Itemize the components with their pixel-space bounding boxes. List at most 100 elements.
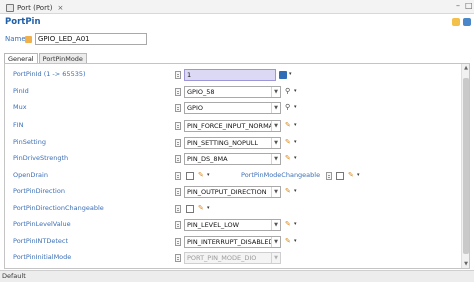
portpinid-field[interactable]: 1 — [184, 69, 276, 81]
name-field[interactable]: GPIO_LED_A01 — [35, 33, 147, 45]
pencil-icon[interactable]: ✎ — [198, 171, 204, 179]
dropdown-arrow-icon[interactable]: ▼ — [271, 220, 280, 230]
document-icon — [175, 221, 181, 229]
chevron-down-icon[interactable]: ▾ — [207, 172, 210, 178]
fin-label: FIN — [13, 121, 24, 129]
document-icon — [175, 71, 181, 79]
initialmode-select: PORT_PIN_MODE_DIO ▼ — [184, 252, 281, 264]
settings-icon[interactable] — [452, 18, 460, 26]
general-panel: PortPinId (1 -> 65535) 1 ▾ PinId GPIO_58… — [4, 63, 470, 269]
vertical-scrollbar[interactable]: ▲ ▼ — [461, 64, 469, 268]
direction-label: PortPinDirection — [13, 187, 65, 195]
document-icon — [175, 104, 181, 112]
name-label: Name — [5, 35, 26, 43]
tree-icon[interactable]: ⚲ — [285, 103, 290, 111]
levelvalue-value: PIN_LEVEL_LOW — [187, 221, 240, 229]
chevron-down-icon[interactable]: ▾ — [294, 155, 297, 161]
document-icon — [175, 205, 181, 213]
editor-tab[interactable]: Port (Port) × — [2, 1, 67, 14]
editor-header: PortPin — [0, 14, 474, 30]
pindrivestrength-select[interactable]: PIN_DS_8MA ▼ — [184, 153, 281, 165]
dropdown-arrow-icon[interactable]: ▼ — [271, 187, 280, 197]
document-icon — [175, 88, 181, 96]
direction-select[interactable]: PIN_OUTPUT_DIRECTION ▼ — [184, 186, 281, 198]
modechangeable-checkbox[interactable] — [336, 172, 344, 180]
pencil-icon[interactable]: ✎ — [285, 187, 291, 195]
chevron-down-icon[interactable]: ▾ — [294, 238, 297, 244]
dropdown-arrow-icon[interactable]: ▼ — [271, 138, 280, 148]
help-icon[interactable] — [463, 18, 471, 26]
row-pinsetting: PinSetting PIN_SETTING_NOPULL ▼ ✎ ▾ — [5, 137, 465, 149]
scroll-down-icon[interactable]: ▼ — [463, 261, 469, 267]
row-opendrain: OpenDrain ✎ ▾ PortPinModeChangeable ✎ ▾ — [5, 170, 465, 182]
pencil-icon[interactable]: ✎ — [285, 154, 291, 162]
row-mux: Mux GPIO ▼ ⚲ ▾ — [5, 102, 465, 114]
chevron-down-icon[interactable]: ▾ — [294, 122, 297, 128]
document-icon — [175, 238, 181, 246]
document-icon — [175, 254, 181, 262]
opendrain-checkbox[interactable] — [186, 172, 194, 180]
initialmode-value: PORT_PIN_MODE_DIO — [187, 254, 257, 262]
dropdown-arrow-icon[interactable]: ▼ — [271, 87, 280, 97]
chevron-down-icon[interactable]: ▾ — [207, 205, 210, 211]
dropdown-arrow-icon[interactable]: ▼ — [271, 121, 280, 131]
minimize-icon[interactable]: – — [456, 1, 460, 10]
maximize-icon[interactable]: □ — [465, 1, 473, 10]
pencil-icon[interactable]: ✎ — [285, 237, 291, 245]
pindrivestrength-value: PIN_DS_8MA — [187, 155, 228, 163]
dropdown-arrow-icon[interactable]: ▼ — [271, 237, 280, 247]
pinid-label: PinId — [13, 87, 29, 95]
mux-label: Mux — [13, 103, 27, 111]
pindrivestrength-label: PinDriveStrength — [13, 154, 69, 162]
modechangeable-label: PortPinModeChangeable — [241, 171, 321, 179]
row-pinid: PinId GPIO_58 ▼ ⚲ ▾ — [5, 86, 465, 98]
pencil-icon[interactable]: ✎ — [198, 204, 204, 212]
portpinid-label: PortPinId (1 -> 65535) — [13, 70, 86, 78]
chevron-down-icon[interactable]: ▾ — [294, 139, 297, 145]
scroll-thumb[interactable] — [463, 78, 469, 254]
name-icon — [25, 35, 32, 43]
tab-portpinmode[interactable]: PortPinMode — [38, 53, 87, 63]
pencil-icon[interactable]: ✎ — [285, 121, 291, 129]
close-icon[interactable]: × — [57, 4, 63, 12]
intdetect-value: PIN_INTERRUPT_DISABLED — [187, 238, 274, 246]
chevron-down-icon[interactable]: ▾ — [294, 221, 297, 227]
directionchangeable-checkbox[interactable] — [186, 205, 194, 213]
pinsetting-label: PinSetting — [13, 138, 46, 146]
tab-general[interactable]: General — [4, 53, 38, 63]
pencil-icon[interactable]: ✎ — [285, 138, 291, 146]
pencil-icon[interactable]: ✎ — [285, 220, 291, 228]
initialmode-label: PortPinInitialMode — [13, 253, 72, 261]
document-icon — [175, 139, 181, 147]
pinsetting-select[interactable]: PIN_SETTING_NOPULL ▼ — [184, 137, 281, 149]
opendrain-label: OpenDrain — [13, 171, 48, 179]
direction-value: PIN_OUTPUT_DIRECTION — [187, 188, 267, 196]
chevron-down-icon[interactable]: ▾ — [289, 71, 292, 77]
dropdown-arrow-icon[interactable]: ▼ — [271, 103, 280, 113]
document-icon — [175, 172, 181, 180]
tree-icon[interactable]: ⚲ — [285, 87, 290, 95]
row-direction: PortPinDirection PIN_OUTPUT_DIRECTION ▼ … — [5, 186, 465, 198]
reference-icon[interactable] — [279, 71, 287, 79]
tab-default[interactable]: Default — [2, 272, 26, 280]
chevron-down-icon[interactable]: ▾ — [294, 104, 297, 110]
chevron-down-icon[interactable]: ▾ — [357, 172, 360, 178]
pencil-icon[interactable]: ✎ — [348, 171, 354, 179]
tab-bar: General PortPinMode — [4, 53, 88, 63]
chevron-down-icon[interactable]: ▾ — [294, 188, 297, 194]
levelvalue-select[interactable]: PIN_LEVEL_LOW ▼ — [184, 219, 281, 231]
fin-value: PIN_FORCE_INPUT_NORMAL — [187, 122, 277, 130]
window-titlebar: Port (Port) × – □ — [0, 0, 474, 14]
row-fin: FIN PIN_FORCE_INPUT_NORMAL ▼ ✎ ▾ — [5, 120, 465, 132]
chevron-down-icon[interactable]: ▾ — [294, 88, 297, 94]
intdetect-select[interactable]: PIN_INTERRUPT_DISABLED ▼ — [184, 236, 281, 248]
directionchangeable-label: PortPinDirectionChangeable — [13, 204, 104, 212]
scroll-up-icon[interactable]: ▲ — [463, 65, 469, 71]
mux-select[interactable]: GPIO ▼ — [184, 102, 281, 114]
pinid-select[interactable]: GPIO_58 ▼ — [184, 86, 281, 98]
page-title: PortPin — [5, 17, 41, 27]
document-icon — [175, 122, 181, 130]
name-row: Name GPIO_LED_A01 — [5, 33, 147, 45]
dropdown-arrow-icon[interactable]: ▼ — [271, 154, 280, 164]
fin-select[interactable]: PIN_FORCE_INPUT_NORMAL ▼ — [184, 120, 281, 132]
